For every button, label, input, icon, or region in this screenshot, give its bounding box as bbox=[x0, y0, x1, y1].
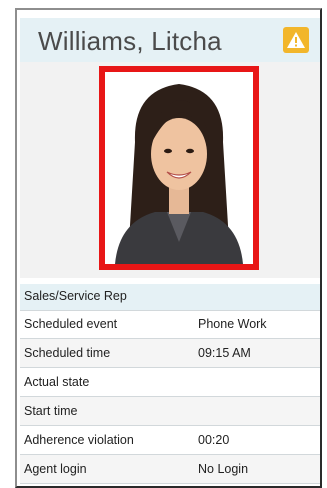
detail-value: No Login bbox=[198, 462, 249, 476]
detail-row-adherence-violation: Adherence violation 00:20 bbox=[20, 426, 320, 455]
detail-value: 00:20 bbox=[198, 433, 230, 447]
detail-row-start-time: Start time bbox=[20, 397, 320, 426]
detail-row-scheduled-time: Scheduled time 09:15 AM bbox=[20, 339, 320, 368]
detail-row-actual-state: Actual state bbox=[20, 368, 320, 397]
detail-label: Adherence violation bbox=[24, 433, 134, 447]
agent-header: Williams, Litcha bbox=[20, 18, 320, 62]
detail-value: 09:15 AM bbox=[198, 346, 251, 360]
agent-role: Sales/Service Rep bbox=[24, 289, 127, 303]
agent-photo bbox=[99, 66, 259, 270]
photo-area bbox=[20, 62, 320, 278]
detail-row-agent-login: Agent login No Login bbox=[20, 455, 320, 484]
agent-card-content: Williams, Litcha Sales/Service Rep Sched… bbox=[20, 18, 320, 484]
detail-row-scheduled-event: Scheduled event Phone Work bbox=[20, 310, 320, 339]
detail-value: Phone Work bbox=[198, 317, 267, 331]
warning-icon[interactable] bbox=[283, 27, 309, 53]
agent-name: Williams, Litcha bbox=[38, 26, 222, 56]
detail-label: Agent login bbox=[24, 462, 87, 476]
details-list: Scheduled event Phone Work Scheduled tim… bbox=[20, 310, 320, 484]
detail-label: Scheduled time bbox=[24, 346, 111, 360]
agent-role-row: Sales/Service Rep bbox=[20, 284, 320, 311]
detail-label: Actual state bbox=[24, 375, 90, 389]
detail-label: Scheduled event bbox=[24, 317, 118, 331]
detail-label: Start time bbox=[24, 404, 78, 418]
